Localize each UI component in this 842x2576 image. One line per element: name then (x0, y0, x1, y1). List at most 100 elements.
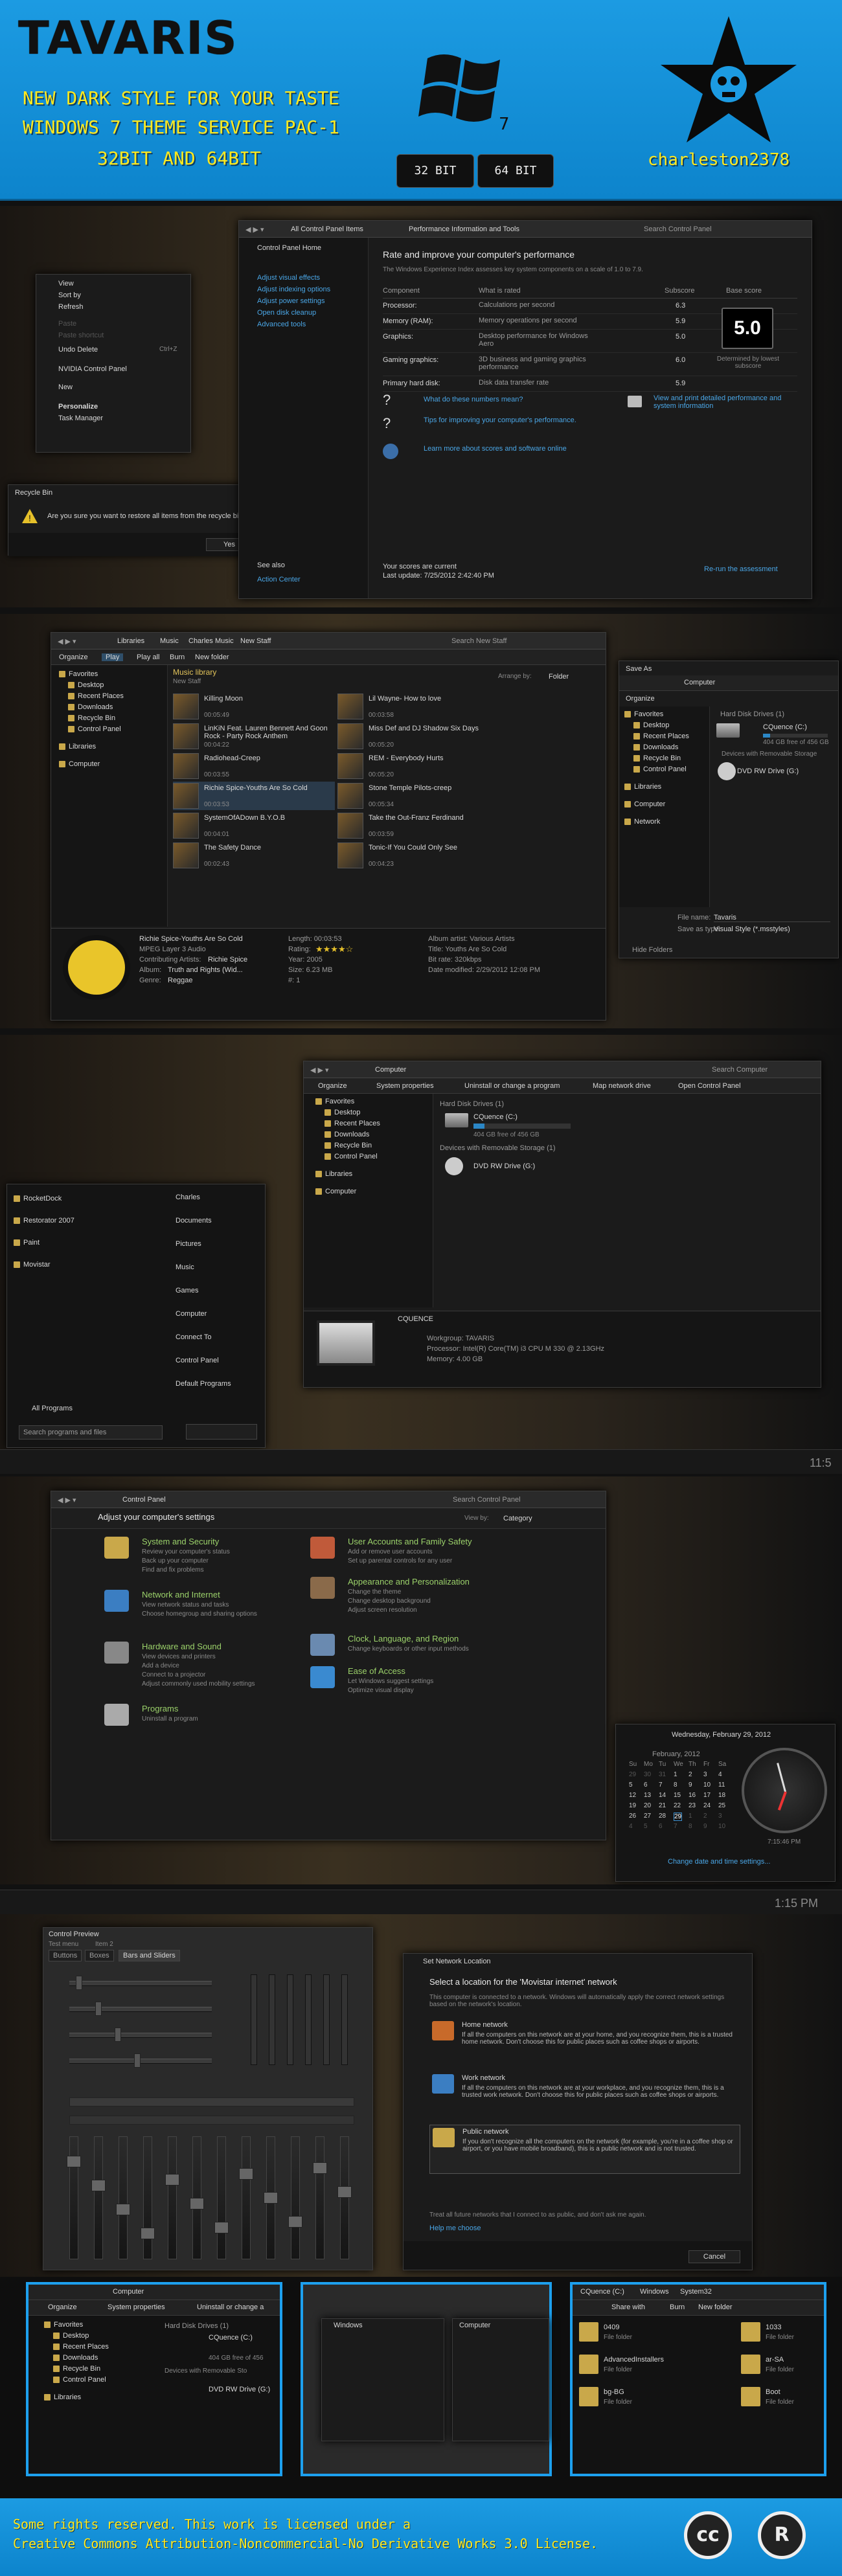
burn-button[interactable]: Burn (170, 653, 185, 661)
hide-folders-toggle[interactable]: Hide Folders (632, 946, 672, 954)
cp-task-link[interactable]: View network status and tasks (142, 1601, 229, 1609)
vertical-bar[interactable] (340, 2136, 349, 2259)
organize-button[interactable]: Organize (59, 653, 88, 661)
cal-day[interactable]: 31 (659, 1771, 666, 1778)
start-search-input[interactable]: Search programs and files (19, 1425, 163, 1440)
change-time-link[interactable]: Change date and time settings... (668, 1858, 770, 1866)
nav-item[interactable]: Recycle Bin (53, 2365, 100, 2373)
cal-day[interactable]: 30 (644, 1771, 651, 1778)
h-slider-knob[interactable] (115, 2028, 121, 2042)
search-input[interactable]: Search New Staff (451, 637, 506, 645)
context-menu-item[interactable]: Task Manager (58, 414, 103, 422)
cp-task-link[interactable]: Add or remove user accounts (348, 1548, 433, 1555)
uninstall-button[interactable]: Uninstall or change a program (464, 1082, 560, 1090)
rating-stars[interactable]: ★★★★☆ (315, 944, 353, 955)
addr-crumb-1[interactable]: All Control Panel Items (291, 225, 363, 233)
view-by-select[interactable]: Category (503, 1515, 532, 1522)
song-item[interactable]: Killing Moon 00:05:49 (173, 692, 335, 721)
nav-item[interactable]: Control Panel (68, 725, 121, 733)
v-slider[interactable] (269, 1974, 275, 2065)
cp-task-link[interactable]: Adjust commonly used mobility settings (142, 1680, 255, 1688)
drive-c[interactable]: CQuence (C:) (473, 1113, 518, 1121)
h-slider-knob[interactable] (95, 2002, 102, 2016)
nav-item[interactable]: Downloads (324, 1131, 369, 1138)
cal-day[interactable]: 1 (688, 1813, 692, 1820)
vbar-knob[interactable] (116, 2204, 130, 2215)
cal-day[interactable]: 8 (674, 1781, 677, 1789)
cal-day[interactable]: 9 (688, 1781, 692, 1789)
nav-item[interactable]: Control Panel (633, 765, 687, 773)
nav-item[interactable]: Recent Places (633, 732, 689, 740)
nav-item[interactable]: Libraries (44, 2393, 81, 2401)
public-checkbox[interactable]: Treat all future networks that I connect… (429, 2211, 646, 2219)
cal-day[interactable]: 25 (718, 1802, 725, 1809)
cal-day[interactable]: 7 (659, 1781, 663, 1789)
cp-task-link[interactable]: Set up parental controls for any user (348, 1557, 452, 1565)
vbar-knob[interactable] (190, 2198, 204, 2209)
song-item[interactable]: The Safety Dance 00:02:43 (173, 841, 335, 870)
print-link[interactable]: View and print detailed performance and … (654, 394, 796, 410)
cal-day[interactable]: 6 (644, 1781, 648, 1789)
system-properties-button[interactable]: System properties (376, 1082, 434, 1090)
numbers-link[interactable]: What do these numbers mean? (424, 396, 523, 403)
nav-arrows-icon[interactable]: ◀ ▶ ▾ (58, 637, 76, 646)
cp-task-link[interactable]: Optimize visual display (348, 1687, 414, 1694)
cal-day[interactable]: 15 (674, 1792, 681, 1799)
nav-item[interactable]: Favorites (624, 710, 663, 718)
cp-task-link[interactable]: View devices and printers (142, 1653, 216, 1660)
start-right-item[interactable]: Connect To (176, 1333, 211, 1341)
vbar-knob[interactable] (288, 2216, 302, 2228)
start-right-item[interactable]: Computer (176, 1310, 207, 1318)
network-option[interactable]: Work network If all the computers on this… (429, 2072, 740, 2121)
start-right-item[interactable]: Documents (176, 1217, 212, 1225)
vbar-knob[interactable] (264, 2192, 278, 2204)
cal-day[interactable]: 9 (703, 1823, 707, 1830)
vertical-bar[interactable] (143, 2136, 152, 2259)
cal-day[interactable]: 11 (718, 1781, 725, 1789)
savetype-select[interactable]: Visual Style (*.msstyles) (714, 925, 790, 933)
start-right-item[interactable]: Control Panel (176, 1357, 219, 1364)
dvd-drive[interactable]: DVD RW Drive (G:) (737, 767, 799, 775)
64bit-button[interactable]: 64 BIT (477, 154, 554, 188)
h-slider-track[interactable] (69, 1981, 212, 1986)
nav-item[interactable]: Recycle Bin (324, 1142, 372, 1149)
all-programs[interactable]: All Programs (32, 1405, 73, 1412)
start-program[interactable]: RocketDock (14, 1195, 62, 1203)
song-item[interactable]: Radiohead-Creep 00:03:55 (173, 752, 335, 780)
vbar-knob[interactable] (313, 2162, 327, 2174)
h-slider-knob[interactable] (76, 1976, 82, 1990)
mini3-addr-2[interactable]: Windows (640, 2288, 669, 2296)
cal-day[interactable]: 16 (688, 1792, 696, 1799)
context-menu-item[interactable]: Undo Delete (58, 346, 98, 354)
start-right-item[interactable]: Charles (176, 1193, 200, 1201)
context-menu-item[interactable]: Paste (58, 320, 76, 328)
vertical-bar[interactable] (291, 2136, 300, 2259)
mini3-share[interactable]: Share with (611, 2303, 645, 2311)
nav-item[interactable]: Desktop (53, 2332, 89, 2340)
context-menu-item[interactable]: Sort by (58, 291, 81, 299)
new-folder-button[interactable]: New folder (195, 653, 229, 661)
map-drive-button[interactable]: Map network drive (593, 1082, 651, 1090)
mini3-addr-3[interactable]: System32 (680, 2288, 712, 2296)
addr-computer[interactable]: Computer (684, 679, 715, 686)
vbar-knob[interactable] (239, 2168, 253, 2180)
side-link[interactable]: Advanced tools (257, 321, 306, 328)
mini-uninstall[interactable]: Uninstall or change a (197, 2303, 264, 2311)
v-slider[interactable] (323, 1974, 330, 2065)
start-program[interactable]: Restorator 2007 (14, 1217, 74, 1225)
tab-buttons[interactable]: Buttons (49, 1950, 82, 1961)
vbar-knob[interactable] (337, 2186, 352, 2198)
cal-day[interactable]: 2 (688, 1771, 692, 1778)
song-item[interactable]: Miss Def and DJ Shadow Six Days 00:05:20 (337, 722, 499, 751)
search-input[interactable]: Search Control Panel (644, 225, 786, 233)
cal-day[interactable]: 24 (703, 1802, 711, 1809)
cp-task-link[interactable]: Back up your computer (142, 1557, 209, 1565)
drive-c[interactable]: CQuence (C:) (763, 723, 807, 731)
nav-item[interactable]: Desktop (68, 681, 104, 689)
cal-day[interactable]: 10 (703, 1781, 711, 1789)
start-right-item[interactable]: Default Programs (176, 1380, 231, 1388)
context-menu-item[interactable]: New (58, 383, 73, 391)
nav-item[interactable]: Desktop (633, 721, 669, 729)
cancel-button[interactable]: Cancel (688, 2250, 740, 2263)
side-link[interactable]: Adjust indexing options (257, 286, 330, 293)
